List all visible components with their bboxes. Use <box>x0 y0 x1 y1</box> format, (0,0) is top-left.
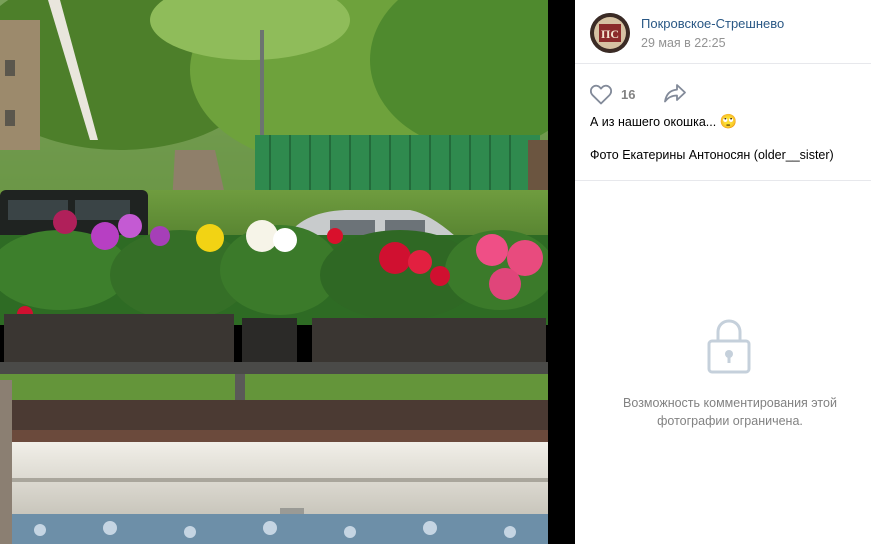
post-header: ПС Покровское-Стрешнево 29 мая в 22:25 <box>575 0 871 64</box>
heart-outline-icon <box>589 84 613 105</box>
post-date[interactable]: 29 мая в 22:25 <box>641 36 726 50</box>
eye-roll-emoji-icon: 🙄 <box>719 113 738 129</box>
lock-icon <box>707 319 751 374</box>
photo-credit: Фото Екатерины Антоносян (older__sister) <box>590 148 834 162</box>
share-button[interactable] <box>663 82 687 104</box>
photo[interactable] <box>0 0 548 544</box>
like-count: 16 <box>621 86 636 102</box>
divider <box>575 180 871 181</box>
avatar[interactable]: ПС <box>590 13 630 53</box>
like-button[interactable]: 16 <box>589 82 635 106</box>
post-info-panel: ПС Покровское-Стрешнево 29 мая в 22:25 1… <box>575 0 871 544</box>
author-link[interactable]: Покровское-Стрешнево <box>641 16 784 31</box>
svg-text:ПС: ПС <box>601 27 619 41</box>
share-arrow-icon <box>664 84 686 103</box>
caption-text: А из нашего окошка... <box>590 115 717 129</box>
post-caption: А из нашего окошка... 🙄 <box>590 112 860 131</box>
balcony-flowers-photo <box>0 0 548 544</box>
community-logo-icon: ПС <box>590 13 630 53</box>
comments-restricted-notice: Возможность комментирования этой фотогра… <box>623 396 837 428</box>
photo-viewer[interactable] <box>0 0 575 544</box>
